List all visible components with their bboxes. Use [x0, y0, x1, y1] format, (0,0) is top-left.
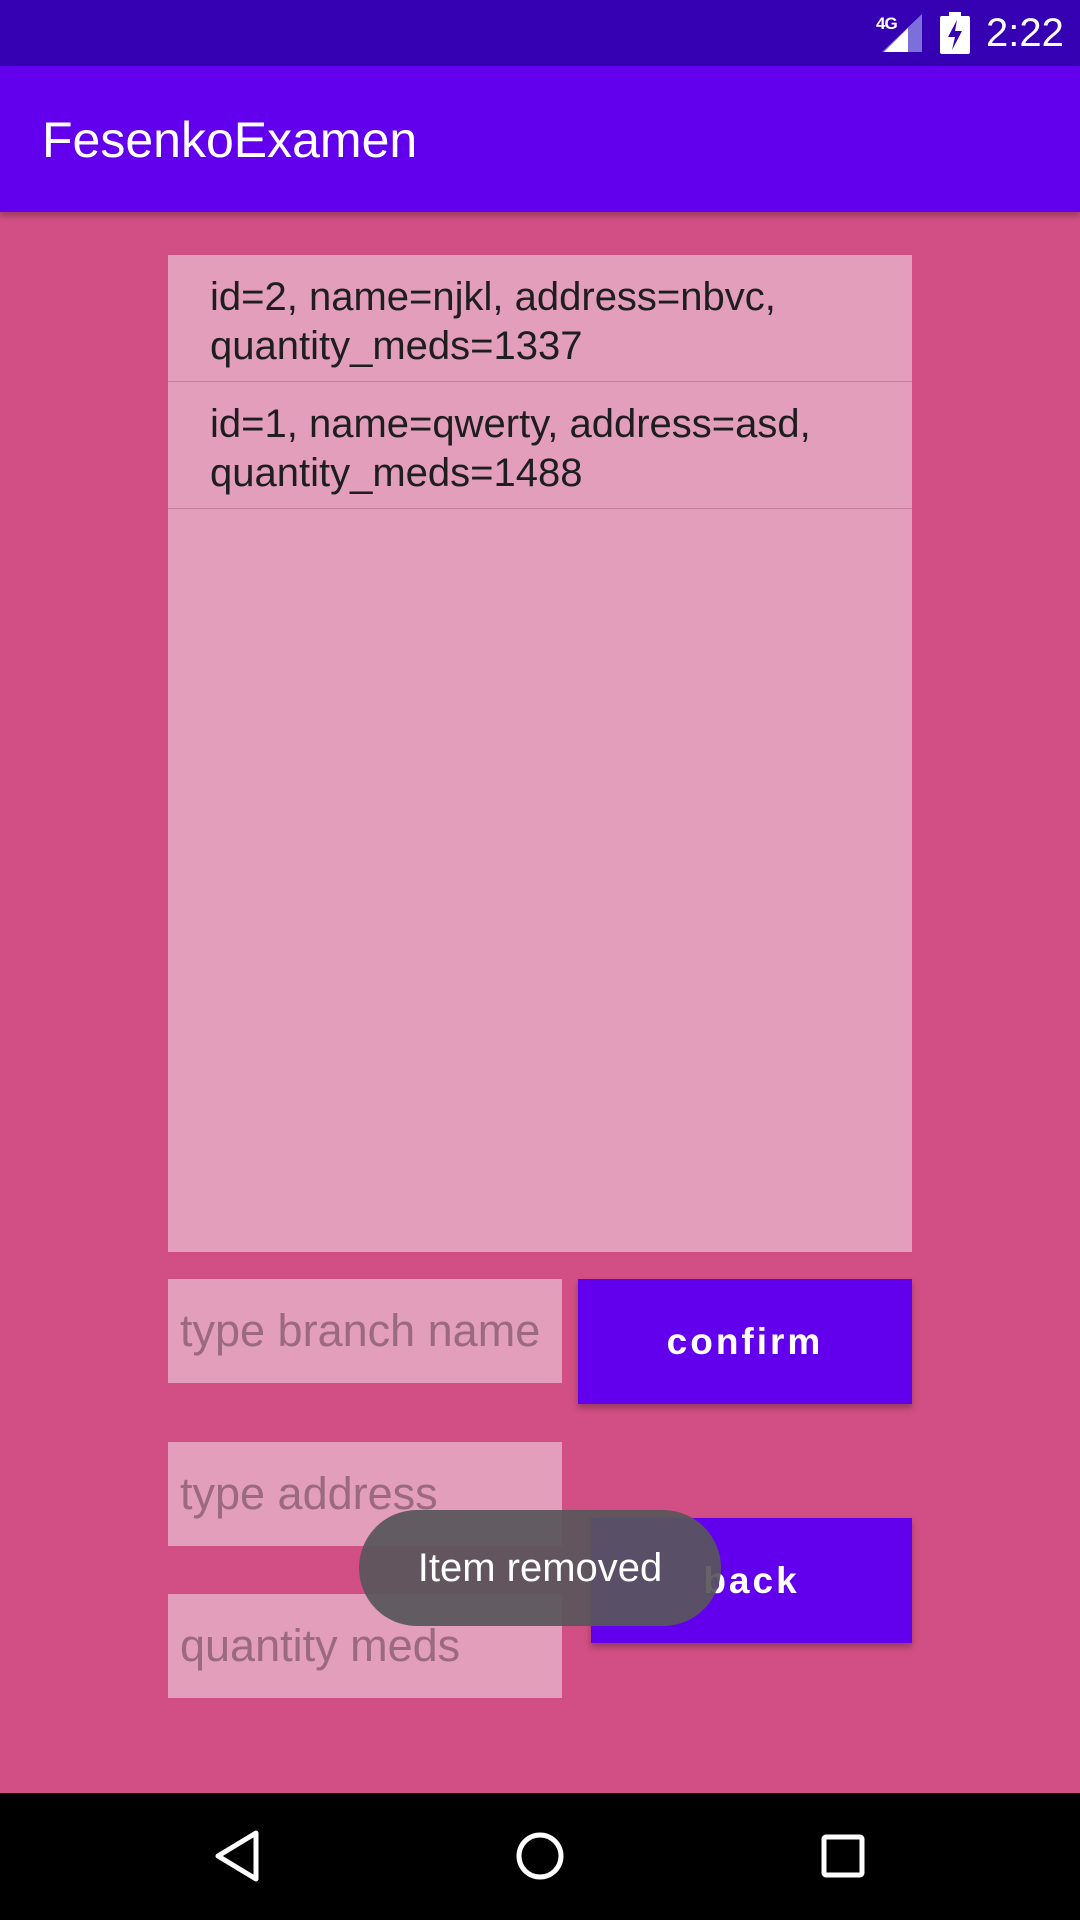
- app-bar: FesenkoExamen: [0, 66, 1080, 212]
- status-bar: 4G 2:22: [0, 0, 1080, 66]
- back-icon: [215, 1830, 259, 1882]
- home-icon: [516, 1832, 564, 1880]
- app-title: FesenkoExamen: [42, 112, 418, 168]
- nav-recents-button[interactable]: [810, 1823, 876, 1889]
- branch-list[interactable]: id=2, name=njkl, address=nbvc, quantity_…: [168, 255, 912, 1252]
- list-item[interactable]: id=2, name=njkl, address=nbvc, quantity_…: [168, 255, 912, 382]
- confirm-button[interactable]: confirm: [578, 1279, 912, 1404]
- recents-icon: [821, 1834, 865, 1878]
- toast-message: Item removed: [359, 1510, 721, 1626]
- list-item-line: id=1, name=qwerty, address=asd,: [210, 402, 811, 446]
- list-item-line: id=2, name=njkl, address=nbvc,: [210, 275, 776, 319]
- list-item[interactable]: id=1, name=qwerty, address=asd, quantity…: [168, 382, 912, 509]
- nav-back-button[interactable]: [204, 1823, 270, 1889]
- navigation-bar: [0, 1793, 1080, 1920]
- clock: 2:22: [986, 11, 1064, 55]
- list-item-line: quantity_meds=1337: [210, 324, 583, 368]
- signal-icon: [882, 14, 922, 52]
- list-item-line: quantity_meds=1488: [210, 451, 583, 495]
- battery-charging-icon: [940, 12, 970, 54]
- branch-name-input[interactable]: [168, 1279, 562, 1383]
- nav-home-button[interactable]: [507, 1823, 573, 1889]
